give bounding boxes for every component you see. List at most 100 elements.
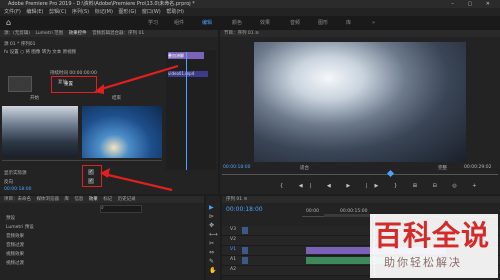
program-header: 节目：序列 01 ≡ [220,30,500,37]
tab-history[interactable]: 历史记录 [118,197,136,202]
workspace-assembly[interactable]: 组件 [174,16,184,30]
workspace-color[interactable]: 颜色 [232,16,242,30]
tab-lumetri-scopes[interactable]: Lumetri 范围 [35,31,63,36]
menu-file[interactable]: 文件(F) [4,9,21,15]
effects-tree-item[interactable]: 音频效果 [6,233,24,239]
timeline-timecode[interactable]: 00:00:18:00 [226,206,263,213]
tab-media-browser[interactable]: 媒体浏览器 [36,197,59,202]
program-video-frame [254,42,466,162]
track-label-v1: V1 [230,247,236,252]
effects-tree-item[interactable]: 视频过渡 [6,260,24,266]
program-playhead[interactable] [386,169,395,178]
ec-timecode[interactable]: 00:00:18:00 [4,187,31,192]
workspace-editing[interactable]: 编辑 [202,16,212,30]
program-title: 节目：序列 01 ≡ [224,31,259,36]
tab-info[interactable]: 信息 [74,197,83,202]
mark-out-icon[interactable]: } [394,183,404,189]
home-icon[interactable]: ⌂ [6,16,11,30]
track-target-toggle[interactable] [242,247,248,254]
ec-header: 源 01 * 序列01 [4,42,36,47]
play-icon[interactable]: ▶ [346,183,357,189]
track-select-tool-icon[interactable]: ⊳ [209,213,214,220]
tools-panel: ▶ ⊳ ✥ ⟷ ✂ ⇔ ✎ ✋ [206,196,220,280]
track-label-v2: V2 [230,237,236,242]
workspace-learn[interactable]: 学习 [148,16,158,30]
add-button-icon[interactable]: + [472,183,483,189]
program-scrubber[interactable] [222,174,498,175]
ripple-tool-icon[interactable]: ✥ [209,222,214,229]
start-preview-image [2,106,78,158]
track-label-a1: A1 [230,257,236,262]
mini-playhead[interactable] [186,52,187,170]
ec-fx-label: fx 设置 ○ 将 图像 转为 文本 原视频 [4,50,77,55]
window-controls[interactable]: – ▢ ✕ [451,0,496,8]
transport-controls: { ◀| ◀ ▶ |▶ } ⊞ ⊟ ◎ + [280,183,483,189]
razor-tool-icon[interactable]: ✂ [209,240,214,247]
effects-tree-item[interactable]: 视频效果 [6,251,24,257]
tab-project[interactable]: 项目：未命名 [4,197,31,202]
step-back-icon[interactable]: ◀ [327,183,338,189]
selection-tool-icon[interactable]: ▶ [209,204,214,211]
menu-markers[interactable]: 标记(M) [95,9,113,15]
pen-tool-icon[interactable]: ✎ [209,258,214,265]
go-to-out-icon[interactable]: |▶ [366,183,386,189]
watermark-title: 百科全说 [374,219,491,252]
workspace-more[interactable]: » [372,16,375,30]
track-label-a2: A2 [230,267,236,272]
transition-thumbnail [8,76,32,92]
caption-start: 开始 [30,96,39,101]
menu-help[interactable]: 帮助(H) [166,9,184,15]
track-target-toggle[interactable] [242,257,248,264]
rolling-tool-icon[interactable]: ⟷ [209,231,218,238]
track-target-toggle[interactable] [242,227,248,234]
ruler-start: 00:00 [306,209,319,214]
menu-bar: 文件(F) 编辑(E) 剪辑(C) 序列(S) 标记(M) 图形(G) 窗口(W… [0,8,500,16]
tab-source[interactable]: 源：(无剪辑) [4,31,30,36]
tab-effects[interactable]: 效果 [89,197,98,202]
effects-tree-item[interactable]: Lumetri 预设 [6,224,34,230]
slip-tool-icon[interactable]: ⇔ [209,249,214,256]
menu-sequence[interactable]: 序列(S) [72,9,89,15]
lift-icon[interactable]: ⊞ [413,183,424,189]
export-frame-icon[interactable]: ◎ [452,183,463,189]
mark-in-icon[interactable]: { [280,183,290,189]
timeline-header: 序列 01 ≡ [222,196,500,203]
arrow-head-checkbox [100,168,110,178]
program-monitor: 节目：序列 01 ≡ 00:00:18:00 适合 完整 00:00:29:02… [220,30,500,194]
program-fit-select[interactable]: 适合 [300,165,309,171]
workspace-effects[interactable]: 效果 [260,16,270,30]
workspace-bar: ⌂ 学习 组件 编辑 颜色 效果 音频 图形 库 » [0,16,500,30]
workspace-audio[interactable]: 音频 [290,16,300,30]
tab-audio-mixer[interactable]: 音频剪辑混合器：序列 01 [92,31,144,36]
workspace-libraries[interactable]: 库 [346,16,351,30]
menu-window[interactable]: 窗口(W) [142,9,161,15]
window-title: Adobe Premiere Pro 2019 - D:\资料\Adobe\Pr… [8,1,195,7]
arrow-head-select [94,84,104,94]
tab-markers[interactable]: 标记 [103,197,112,202]
workspace-graphics[interactable]: 图形 [318,16,328,30]
checkbox-label-reverse: 反向 [4,180,13,185]
tab-effect-controls[interactable]: 效果控件 [69,31,87,36]
program-timecode-current[interactable]: 00:00:18:00 [223,165,250,170]
track-label-v3: V3 [230,227,236,232]
menu-graphics[interactable]: 图形(G) [119,9,137,15]
menu-edit[interactable]: 编辑(E) [26,9,43,15]
checkbox-label-show-actual: 显示实际源 [4,171,27,176]
go-to-in-icon[interactable]: ◀| [299,183,319,189]
effects-search-input[interactable] [100,205,142,213]
select-button[interactable]: 重置 [64,81,73,87]
watermark-subtitle: 助你轻松解决 [384,256,462,269]
program-quality-select[interactable]: 完整 [438,165,447,171]
arrow-to-checkbox [103,172,173,192]
arrow-to-select [97,64,179,92]
tab-libraries[interactable]: 库 [64,197,69,202]
watermark: 百科全说 助你轻松解决 [370,214,498,278]
hand-tool-icon[interactable]: ✋ [209,267,216,274]
project-tabs: 项目：未命名 媒体浏览器 库 信息 效果 标记 历史记录 [0,196,204,203]
menu-clip[interactable]: 剪辑(C) [49,9,66,15]
effects-tree-item[interactable]: 预设 [6,215,15,221]
effect-controls-tabs: 源：(无剪辑) Lumetri 范围 效果控件 音频剪辑混合器：序列 01 [0,30,218,37]
timeline-title: 序列 01 ≡ [226,197,248,202]
effects-tree-item[interactable]: 音频过渡 [6,242,24,248]
extract-icon[interactable]: ⊟ [433,183,444,189]
